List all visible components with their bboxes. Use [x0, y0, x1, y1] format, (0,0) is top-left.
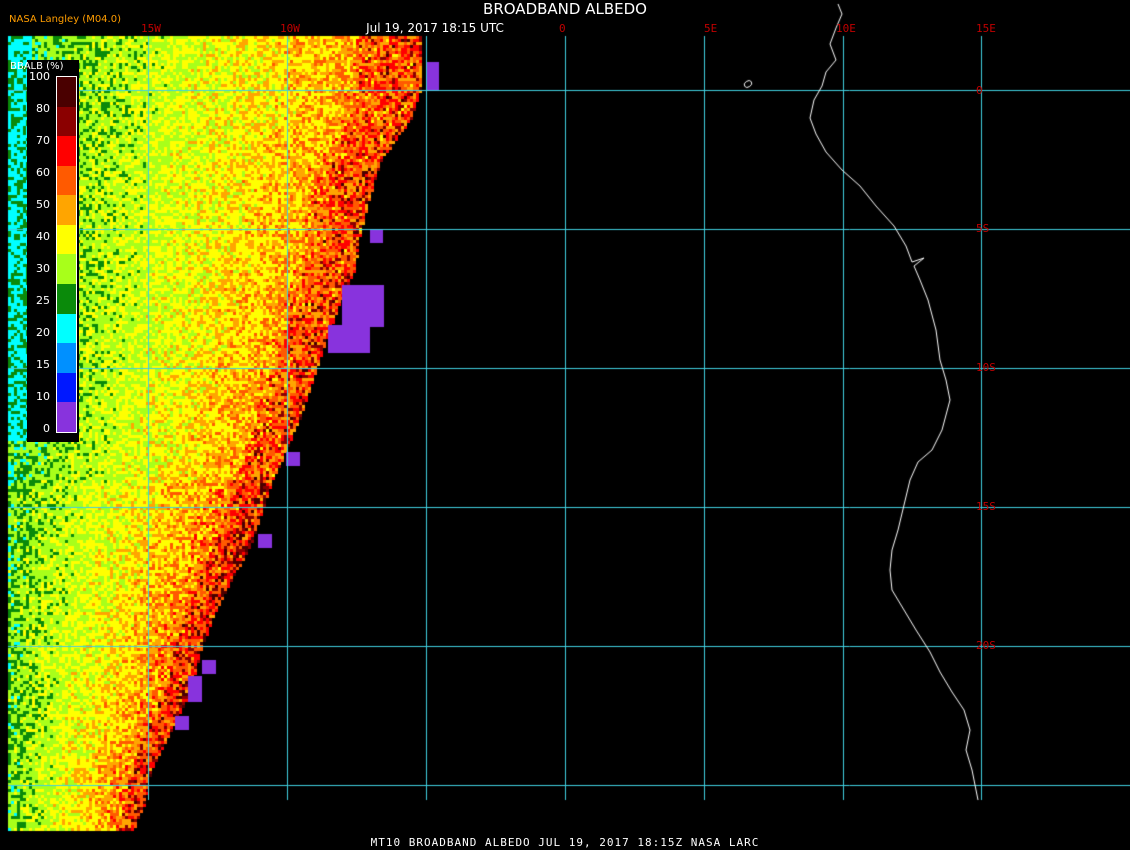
legend-colorbar	[56, 76, 77, 433]
legend-swatch	[57, 195, 76, 225]
lat-label-15s: 15S	[976, 500, 996, 513]
legend-tick-label: 10	[36, 390, 50, 403]
legend-swatch	[57, 165, 76, 196]
legend-swatch	[57, 284, 76, 314]
legend-tick-label: 80	[36, 102, 50, 115]
legend-tick-label: 25	[36, 294, 50, 307]
legend-swatch	[57, 254, 76, 285]
legend-swatch	[57, 313, 76, 344]
lon-label-10w: 10W	[280, 22, 300, 35]
lon-label-5e: 5E	[704, 22, 718, 35]
legend-tick-label: 60	[36, 166, 50, 179]
legend-tick-label: 50	[36, 198, 50, 211]
legend-swatch	[57, 372, 76, 403]
legend-swatch	[57, 77, 76, 107]
map-viewer: BROADBAND ALBEDO Jul 19, 2017 18:15 UTC …	[0, 0, 1130, 850]
lon-label-15e: 15E	[976, 22, 996, 35]
legend-tick-label: 20	[36, 326, 50, 339]
lat-label-20s: 20S	[976, 639, 996, 652]
legend-swatch	[57, 136, 76, 166]
legend-tick-label: 15	[36, 358, 50, 371]
legend-tick-label: 40	[36, 230, 50, 243]
albedo-map	[0, 0, 1130, 850]
legend-swatch	[57, 224, 76, 255]
legend-tick-label: 30	[36, 262, 50, 275]
legend-swatch	[57, 343, 76, 373]
legend-tick-label: 100	[29, 70, 50, 83]
lat-label-5s: 5S	[976, 222, 990, 235]
legend-tick-label: 70	[36, 134, 50, 147]
source-label: NASA Langley (M04.0)	[9, 14, 121, 25]
footer-caption: MT10 BROADBAND ALBEDO JUL 19, 2017 18:15…	[370, 836, 760, 849]
lon-label-0: 0	[559, 22, 566, 35]
lon-label-15w: 15W	[141, 22, 161, 35]
legend-swatch	[57, 402, 76, 432]
lat-label-10s: 10S	[976, 361, 996, 374]
legend-tick-label: 0	[43, 422, 50, 435]
page-title: BROADBAND ALBEDO	[483, 0, 647, 18]
lat-label-0: 0	[976, 84, 983, 97]
legend-swatch	[57, 106, 76, 137]
lon-label-10e: 10E	[836, 22, 856, 35]
